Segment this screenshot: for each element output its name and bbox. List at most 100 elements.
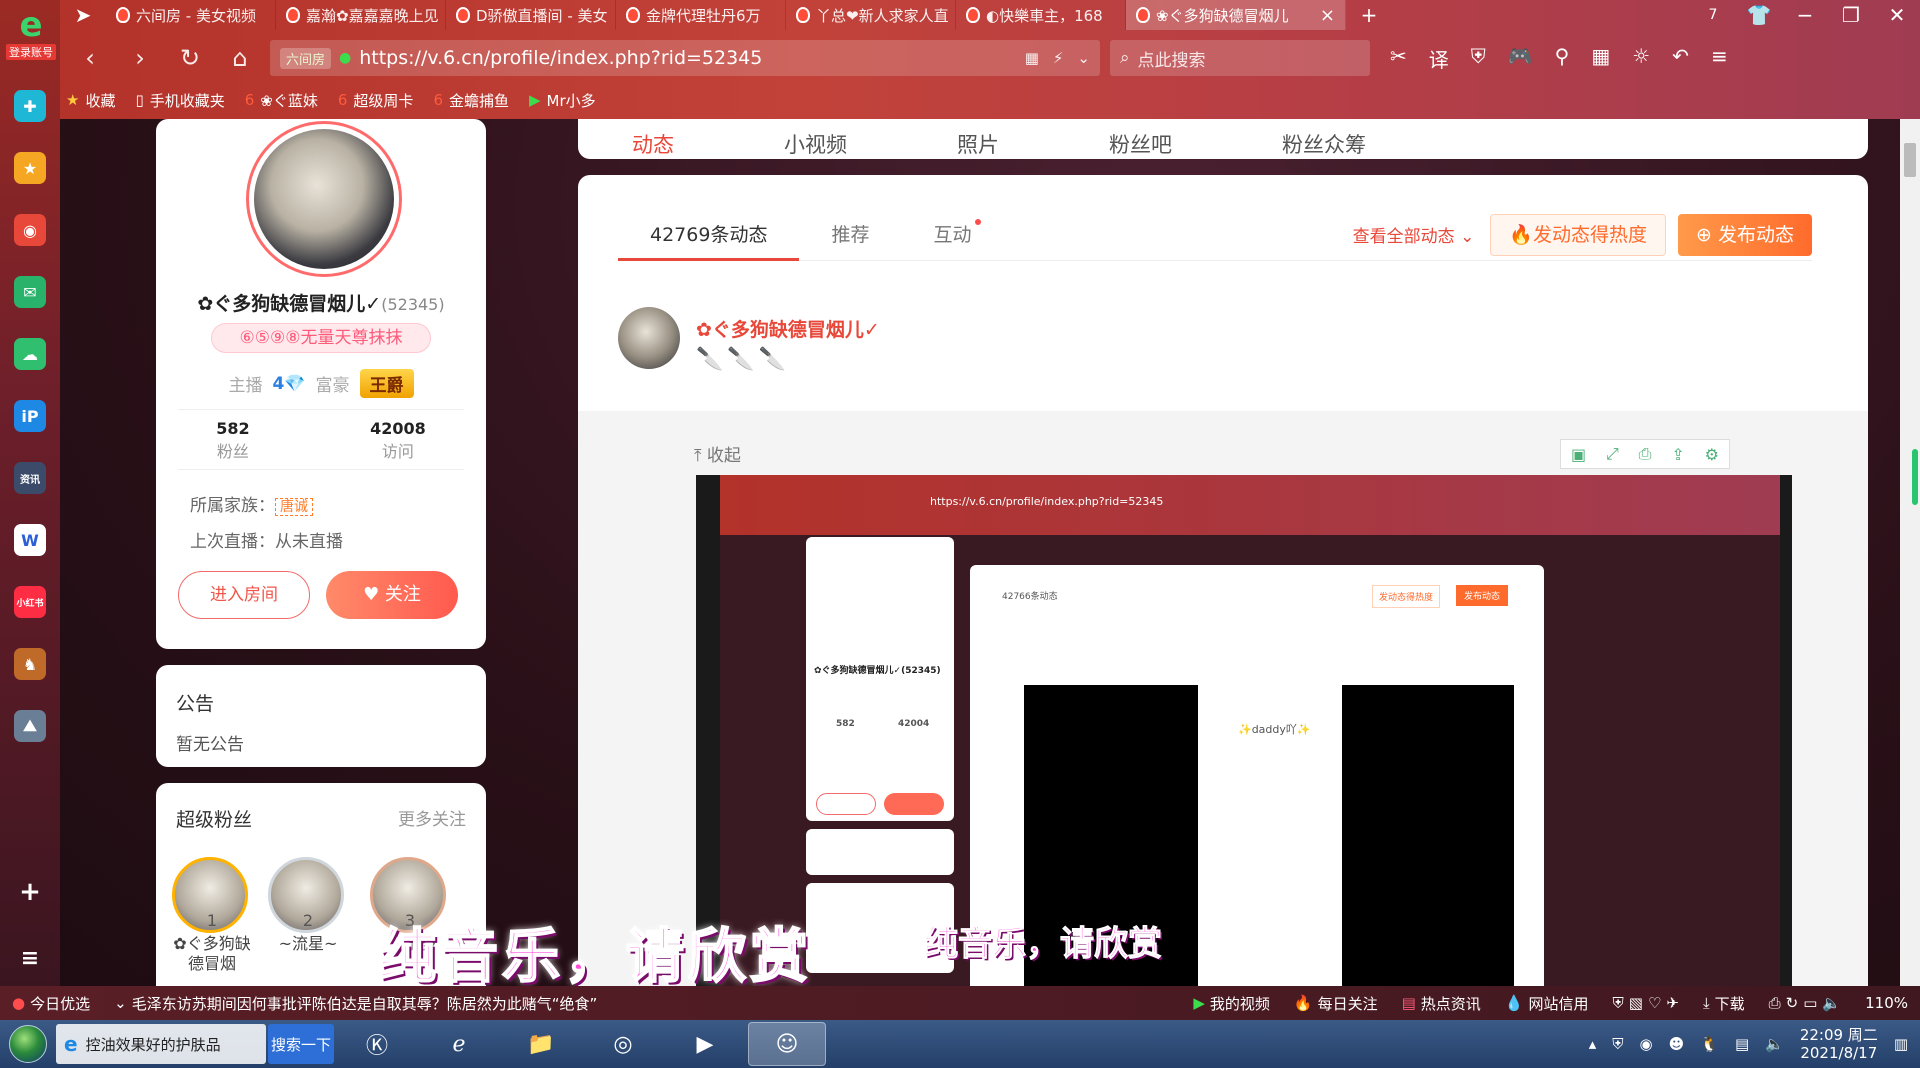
tab-1[interactable]: 嘉瀚✿嘉嘉嘉晚上见 — [276, 0, 446, 30]
tab-recommend[interactable]: 推荐 — [799, 209, 901, 261]
volume-icon[interactable]: 🔈 — [1822, 994, 1841, 1012]
scissors-icon[interactable]: ✂ — [1390, 44, 1407, 73]
browser-logo[interactable]: e 登录账号 — [6, 6, 56, 60]
refresh-icon[interactable]: ↻ — [1786, 994, 1799, 1012]
pubg-icon[interactable]: ⛰ — [14, 710, 46, 742]
xiaohongshu-icon[interactable]: 小红书 — [14, 586, 46, 618]
site-credit[interactable]: 💧 网站信用 — [1493, 993, 1601, 1014]
bookmark-mobile[interactable]: ▯ 手机收藏夹 — [135, 90, 224, 111]
start-button[interactable] — [0, 1020, 56, 1068]
side-handle[interactable] — [1912, 449, 1918, 505]
bookmark-fishing[interactable]: 6 金蟾捕鱼 — [433, 90, 509, 111]
tray-browser-icon[interactable]: ◉ — [1640, 1035, 1653, 1053]
news-icon[interactable]: 资讯 — [14, 462, 46, 494]
follow-button[interactable]: ♥ 关注 — [326, 571, 458, 619]
menu-icon[interactable]: ≡ — [1711, 44, 1728, 73]
my-video[interactable]: ▶ 我的视频 — [1181, 993, 1282, 1014]
rocket-icon[interactable]: ✈ — [1666, 994, 1679, 1012]
collapse-link[interactable]: ⤒ 收起 — [694, 441, 741, 466]
hot-post-button[interactable]: 🔥发动态得热度 — [1490, 213, 1667, 256]
nav-fan-bar[interactable]: 粉丝吧 — [1109, 129, 1172, 159]
tab-6-active[interactable]: ❀ぐ多狗缺德冒烟儿 × — [1126, 0, 1346, 30]
image-icon[interactable]: ▧ — [1629, 994, 1643, 1012]
tray-qq-icon[interactable]: 🐧 — [1700, 1035, 1719, 1053]
undo-icon[interactable]: ↶ — [1672, 44, 1689, 73]
nav-short-video[interactable]: 小视频 — [784, 129, 847, 159]
close-window-icon[interactable]: ✕ — [1874, 3, 1920, 27]
share-icon[interactable]: ⇪ — [1671, 445, 1684, 464]
post-author[interactable]: ✿ぐ多狗缺德冒烟儿✓ — [696, 315, 880, 342]
scrollbar-thumb[interactable] — [1904, 143, 1916, 177]
mail-icon[interactable]: ✉ — [14, 276, 46, 308]
nav-dynamic[interactable]: 动态 — [632, 129, 674, 159]
minimize-icon[interactable]: − — [1782, 3, 1828, 27]
publish-post-button[interactable]: ⊕ 发布动态 — [1678, 213, 1812, 256]
tab-2[interactable]: D骄傲直播间 - 美女 — [446, 0, 616, 30]
browser-icon[interactable]: ◎ — [584, 1022, 662, 1066]
tab-interact[interactable]: 互动 — [901, 209, 1003, 261]
restore-icon[interactable]: ❐ — [1828, 3, 1874, 27]
send-icon[interactable]: ➤ — [60, 3, 106, 27]
today-picks[interactable]: ● 今日优选 — [0, 993, 102, 1014]
enter-room-button[interactable]: 进入房间 — [178, 571, 310, 619]
fullscreen-icon[interactable]: ⤢ — [1606, 444, 1619, 464]
game-icon[interactable]: ♞ — [14, 648, 46, 680]
kugou-icon[interactable]: Ⓚ — [338, 1022, 416, 1066]
view-all-posts[interactable]: 查看全部动态 ⌄ — [1353, 222, 1475, 247]
chevron-down-icon[interactable]: ⌄ — [1077, 49, 1090, 67]
translate-icon[interactable]: 译 — [1429, 44, 1449, 73]
family-tag[interactable]: 唐诚 — [275, 498, 313, 516]
download[interactable]: ⤓ 下载 — [1691, 993, 1757, 1014]
bookmark-favorites[interactable]: ★ 收藏 — [66, 90, 115, 111]
tab-3[interactable]: 金牌代理牡丹6万 — [616, 0, 786, 30]
print-icon[interactable]: ⎙ — [1769, 994, 1781, 1012]
grid-icon[interactable]: ▦ — [1591, 44, 1610, 73]
weibo-icon[interactable]: ◉ — [14, 214, 46, 246]
tray-shield-icon[interactable]: ⛨ — [1612, 1035, 1623, 1053]
bookmark-lanmei[interactable]: 6 ❀ぐ蓝妹 — [245, 90, 318, 111]
news-ticker[interactable]: ⌄ 毛泽东访苏期间因何事批评陈伯达是自取其辱？陈居然为此赌气“绝食” — [102, 993, 609, 1014]
screen-icon[interactable]: ▭ — [1803, 994, 1817, 1012]
taskbar-search-button[interactable]: 搜索一下 — [268, 1024, 334, 1064]
settings-icon[interactable]: ⚙ — [1705, 445, 1719, 464]
bookmark-weekcard[interactable]: 6 超级周卡 — [338, 90, 414, 111]
tab-0[interactable]: 六间房 - 美女视频 — [106, 0, 276, 30]
player-icon[interactable]: ▶ — [666, 1022, 744, 1066]
address-bar[interactable]: 六间房 ● https://v.6.cn/profile/index.php?r… — [270, 40, 1100, 76]
refresh-icon[interactable]: ↻ — [170, 44, 210, 72]
tray-up-icon[interactable]: ▴ — [1589, 1035, 1597, 1053]
home-icon[interactable]: ⌂ — [220, 44, 260, 72]
vertical-scrollbar[interactable] — [1900, 119, 1920, 986]
fan-item[interactable]: 1 ✿ぐ多狗缺德冒烟 — [172, 857, 252, 974]
clock[interactable]: 22:09 周二 2021/8/17 — [1800, 1026, 1878, 1062]
login-account-label[interactable]: 登录账号 — [6, 44, 56, 60]
magnify-icon[interactable]: ⚲ — [1555, 44, 1570, 73]
menu-icon[interactable]: ≡ — [14, 942, 46, 974]
cloud-icon[interactable]: ☁ — [14, 338, 46, 370]
back-icon[interactable]: ‹ — [70, 44, 110, 72]
folder-icon[interactable]: 📁 — [502, 1022, 580, 1066]
save-icon[interactable]: ⎙ — [1639, 444, 1652, 464]
ie-icon[interactable]: ℯ — [420, 1022, 498, 1066]
bolt-icon[interactable]: ⚡ — [1053, 49, 1064, 67]
plus-app-icon[interactable]: ✚ — [14, 90, 46, 122]
word-icon[interactable]: W — [14, 524, 46, 556]
qr-icon[interactable]: ▦ — [1025, 49, 1039, 67]
nav-photos[interactable]: 照片 — [957, 129, 999, 159]
daily-follow[interactable]: 🔥 每日关注 — [1282, 993, 1390, 1014]
ip-icon[interactable]: iP — [14, 400, 46, 432]
tab-count[interactable]: 7 — [1690, 7, 1736, 23]
zoom-level[interactable]: 110% — [1853, 994, 1920, 1012]
close-tab-icon[interactable]: × — [1320, 5, 1335, 26]
forward-icon[interactable]: › — [120, 44, 160, 72]
tray-chat-icon[interactable]: ☻ — [1669, 1035, 1685, 1053]
new-tab-icon[interactable]: + — [1346, 3, 1392, 27]
tab-all-posts[interactable]: 42769条动态 — [618, 209, 800, 261]
post-avatar[interactable] — [618, 307, 680, 369]
taskbar-search-app[interactable]: e 控油效果好的护肤品 — [56, 1024, 266, 1064]
hot-news[interactable]: ▤ 热点资讯 — [1390, 993, 1493, 1014]
notification-icon[interactable]: ▥ — [1894, 1035, 1908, 1053]
shield-icon[interactable]: ⛨ — [1613, 994, 1624, 1012]
tray-volume-icon[interactable]: 🔈 — [1765, 1035, 1784, 1053]
add-icon[interactable]: + — [14, 876, 46, 908]
